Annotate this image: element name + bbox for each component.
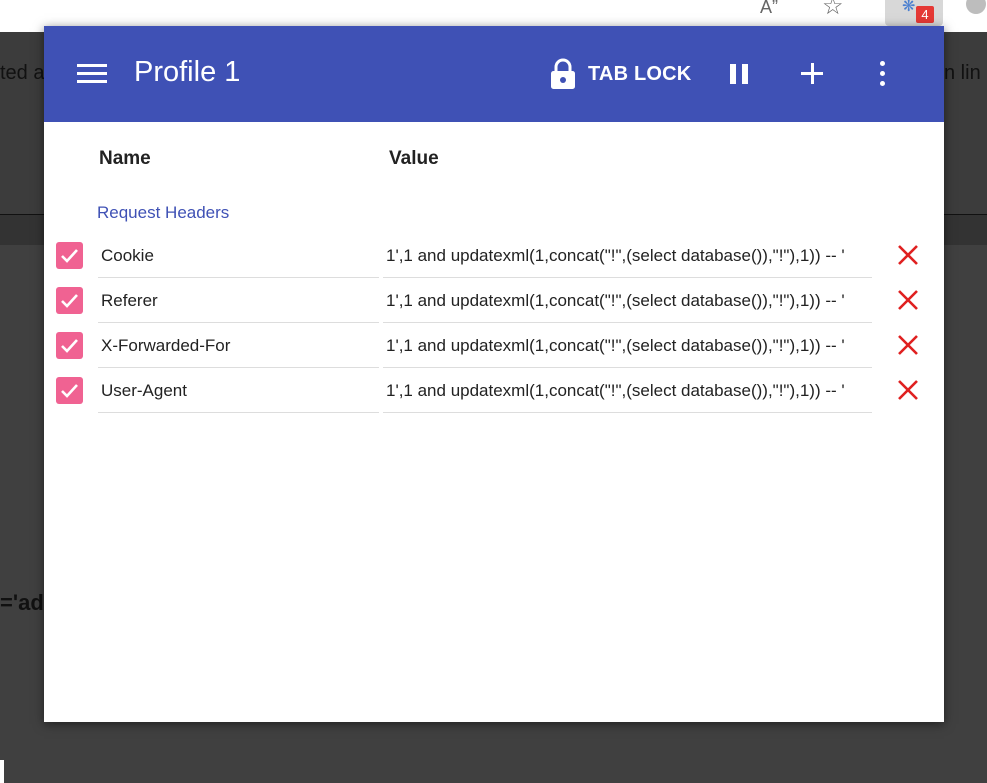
- delete-icon[interactable]: [896, 333, 920, 357]
- popup-header: Profile 1 TAB LOCK: [44, 26, 944, 122]
- more-options-icon[interactable]: [880, 61, 886, 87]
- lock-icon: [551, 58, 575, 89]
- header-row: X-Forwarded-For 1',1 and updatexml(1,con…: [44, 330, 944, 375]
- row-enabled-checkbox[interactable]: [56, 287, 83, 314]
- add-icon[interactable]: [800, 61, 824, 85]
- header-name-field[interactable]: User-Agent: [98, 375, 379, 413]
- delete-icon[interactable]: [896, 243, 920, 267]
- column-header-name: Name: [99, 148, 151, 169]
- browser-profile-icon[interactable]: [966, 0, 986, 14]
- read-aloud-icon[interactable]: A”: [760, 0, 778, 22]
- extension-badge: 4: [916, 6, 934, 23]
- row-enabled-checkbox[interactable]: [56, 332, 83, 359]
- extension-button[interactable]: ❋ 4: [885, 0, 943, 26]
- extension-icon: ❋: [902, 0, 916, 15]
- header-row: Referer 1',1 and updatexml(1,concat("!",…: [44, 285, 944, 330]
- profile-title[interactable]: Profile 1: [134, 56, 240, 89]
- header-value-field[interactable]: 1',1 and updatexml(1,concat("!",(select …: [383, 240, 872, 278]
- header-value-field[interactable]: 1',1 and updatexml(1,concat("!",(select …: [383, 285, 872, 323]
- header-name-field[interactable]: Cookie: [98, 240, 379, 278]
- header-row: Cookie 1',1 and updatexml(1,concat("!",(…: [44, 240, 944, 285]
- background-text-right: n lin: [944, 62, 981, 84]
- background-text-left: ted a: [0, 62, 45, 84]
- check-icon: [61, 294, 78, 308]
- delete-icon[interactable]: [896, 378, 920, 402]
- section-label-request-headers: Request Headers: [97, 203, 230, 222]
- modheader-popup: Profile 1 TAB LOCK Name Value Request He…: [44, 26, 944, 722]
- row-enabled-checkbox[interactable]: [56, 242, 83, 269]
- column-header-value: Value: [389, 148, 439, 169]
- header-row: User-Agent 1',1 and updatexml(1,concat("…: [44, 375, 944, 420]
- check-icon: [61, 384, 78, 398]
- check-icon: [61, 339, 78, 353]
- tab-lock-button[interactable]: TAB LOCK: [549, 58, 691, 90]
- header-name-field[interactable]: Referer: [98, 285, 379, 323]
- pause-icon[interactable]: [730, 64, 750, 84]
- check-icon: [61, 249, 78, 263]
- header-name-field[interactable]: X-Forwarded-For: [98, 330, 379, 368]
- row-enabled-checkbox[interactable]: [56, 377, 83, 404]
- header-value-field[interactable]: 1',1 and updatexml(1,concat("!",(select …: [383, 330, 872, 368]
- tab-lock-label: TAB LOCK: [588, 62, 692, 85]
- header-value-field[interactable]: 1',1 and updatexml(1,concat("!",(select …: [383, 375, 872, 413]
- bookmark-star-icon[interactable]: ☆: [822, 0, 844, 22]
- delete-icon[interactable]: [896, 288, 920, 312]
- background-corner: [0, 760, 4, 783]
- hamburger-menu-icon[interactable]: [77, 64, 107, 84]
